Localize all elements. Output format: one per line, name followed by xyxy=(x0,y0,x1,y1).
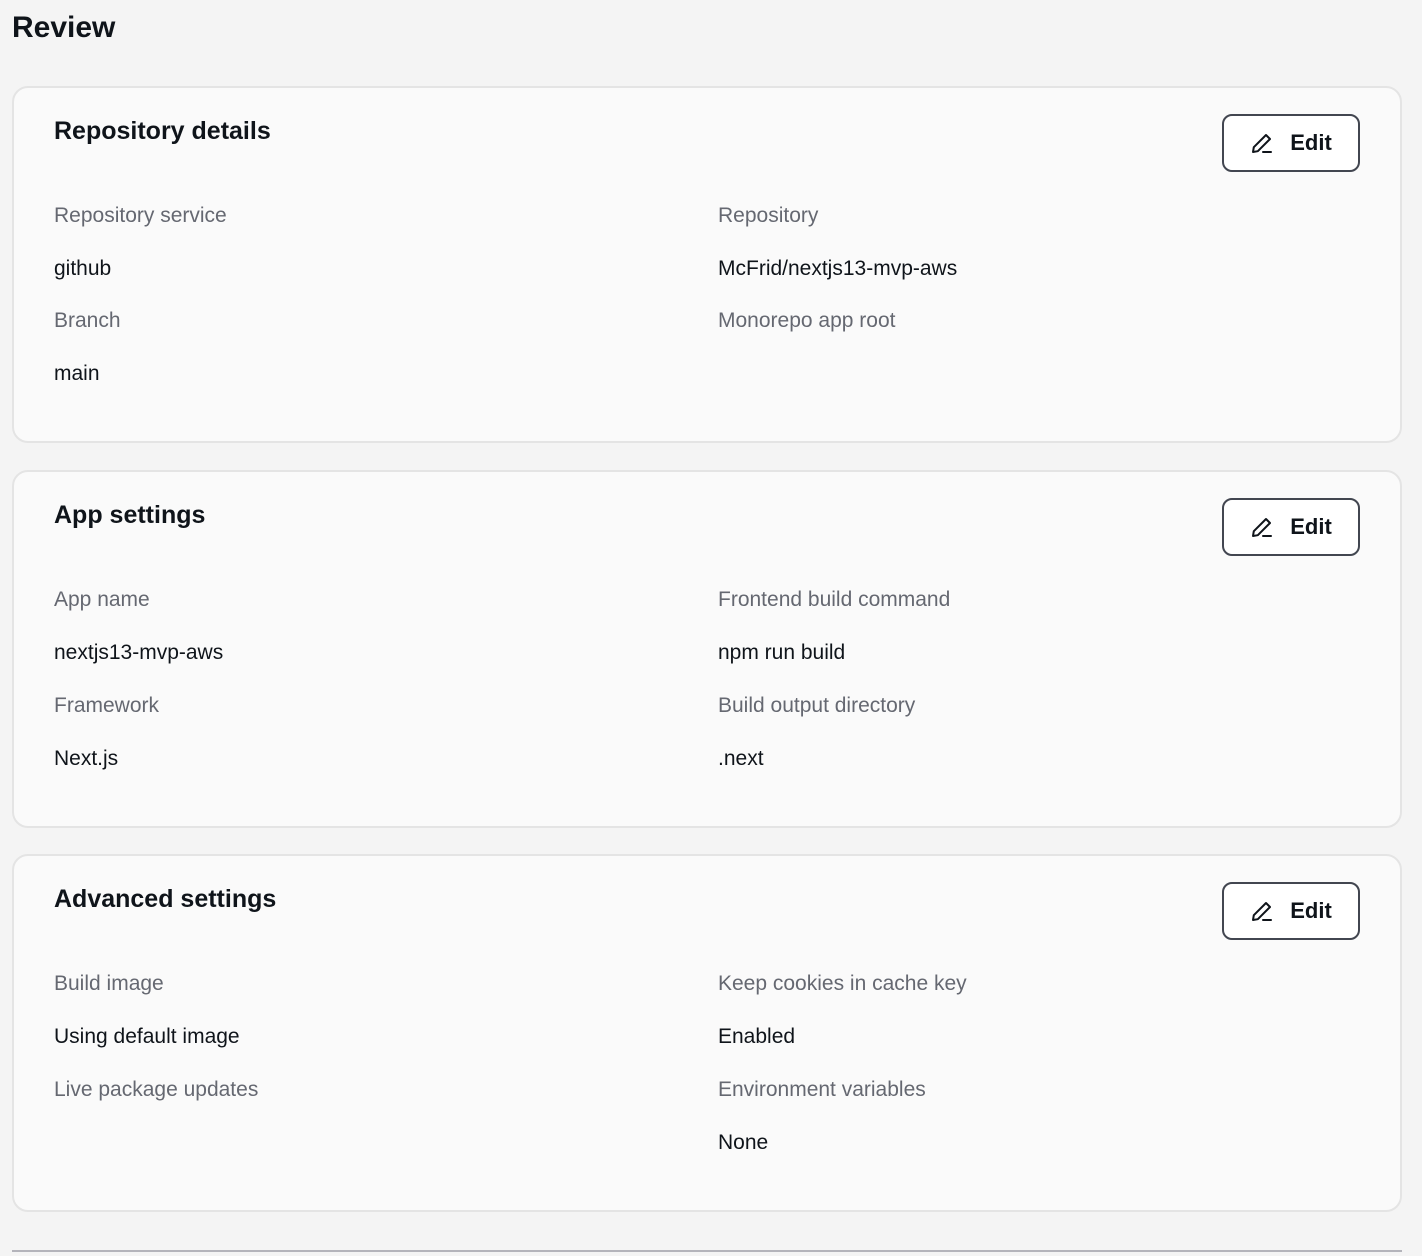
field-label: Monorepo app root xyxy=(718,309,896,332)
field-keep-cookies-in-cache-key: Keep cookies in cache key Enabled xyxy=(718,970,1318,1048)
pencil-icon xyxy=(1252,518,1273,537)
field-live-package-updates: Live package updates xyxy=(54,1076,654,1104)
field-environment-variables: Environment variables None xyxy=(718,1076,1318,1154)
field-value: main xyxy=(54,362,100,385)
advanced-settings-card: Advanced settings Edit Build image Using… xyxy=(12,854,1402,1212)
edit-app-settings-button[interactable]: Edit xyxy=(1222,498,1360,556)
field-monorepo-app-root: Monorepo app root xyxy=(718,307,1318,335)
field-framework: Framework Next.js xyxy=(54,692,654,770)
field-label: Live package updates xyxy=(54,1078,259,1101)
field-value: McFrid/nextjs13-mvp-aws xyxy=(718,257,958,280)
field-value: Using default image xyxy=(54,1025,240,1048)
field-value: .next xyxy=(718,747,764,770)
advanced-settings-title: Advanced settings xyxy=(54,885,277,913)
page-title: Review xyxy=(12,11,116,44)
field-build-output-directory: Build output directory .next xyxy=(718,692,1318,770)
app-settings-card: App settings Edit App name nextjs13-mvp-… xyxy=(12,470,1402,828)
field-value: github xyxy=(54,257,112,280)
field-label: App name xyxy=(54,588,150,611)
field-build-image: Build image Using default image xyxy=(54,970,654,1048)
edit-button-label: Edit xyxy=(1290,898,1332,923)
field-label: Keep cookies in cache key xyxy=(718,972,967,995)
edit-button-label: Edit xyxy=(1290,514,1332,539)
field-value: None xyxy=(718,1131,769,1154)
field-frontend-build-command: Frontend build command npm run build xyxy=(718,586,1318,664)
repository-details-card: Repository details Edit Repository servi… xyxy=(12,86,1402,443)
field-label: Build output directory xyxy=(718,694,916,717)
field-branch: Branch main xyxy=(54,307,654,385)
field-label: Framework xyxy=(54,694,160,717)
pencil-icon xyxy=(1252,134,1273,153)
field-repository-service: Repository service github xyxy=(54,202,654,280)
field-value: npm run build xyxy=(718,641,846,664)
field-label: Branch xyxy=(54,309,121,332)
repository-details-title: Repository details xyxy=(54,117,271,145)
field-label: Repository xyxy=(718,204,819,227)
field-label: Environment variables xyxy=(718,1078,926,1101)
edit-button-label: Edit xyxy=(1290,130,1332,155)
edit-repository-details-button[interactable]: Edit xyxy=(1222,114,1360,172)
field-value: nextjs13-mvp-aws xyxy=(54,641,224,664)
field-label: Repository service xyxy=(54,204,227,227)
field-repository: Repository McFrid/nextjs13-mvp-aws xyxy=(718,202,1318,280)
field-app-name: App name nextjs13-mvp-aws xyxy=(54,586,654,664)
field-value: Enabled xyxy=(718,1025,796,1048)
pencil-icon xyxy=(1252,902,1273,921)
field-value: Next.js xyxy=(54,747,119,770)
field-label: Build image xyxy=(54,972,164,995)
edit-advanced-settings-button[interactable]: Edit xyxy=(1222,882,1360,940)
field-label: Frontend build command xyxy=(718,588,951,611)
bottom-divider xyxy=(12,1250,1402,1252)
app-settings-title: App settings xyxy=(54,501,206,529)
